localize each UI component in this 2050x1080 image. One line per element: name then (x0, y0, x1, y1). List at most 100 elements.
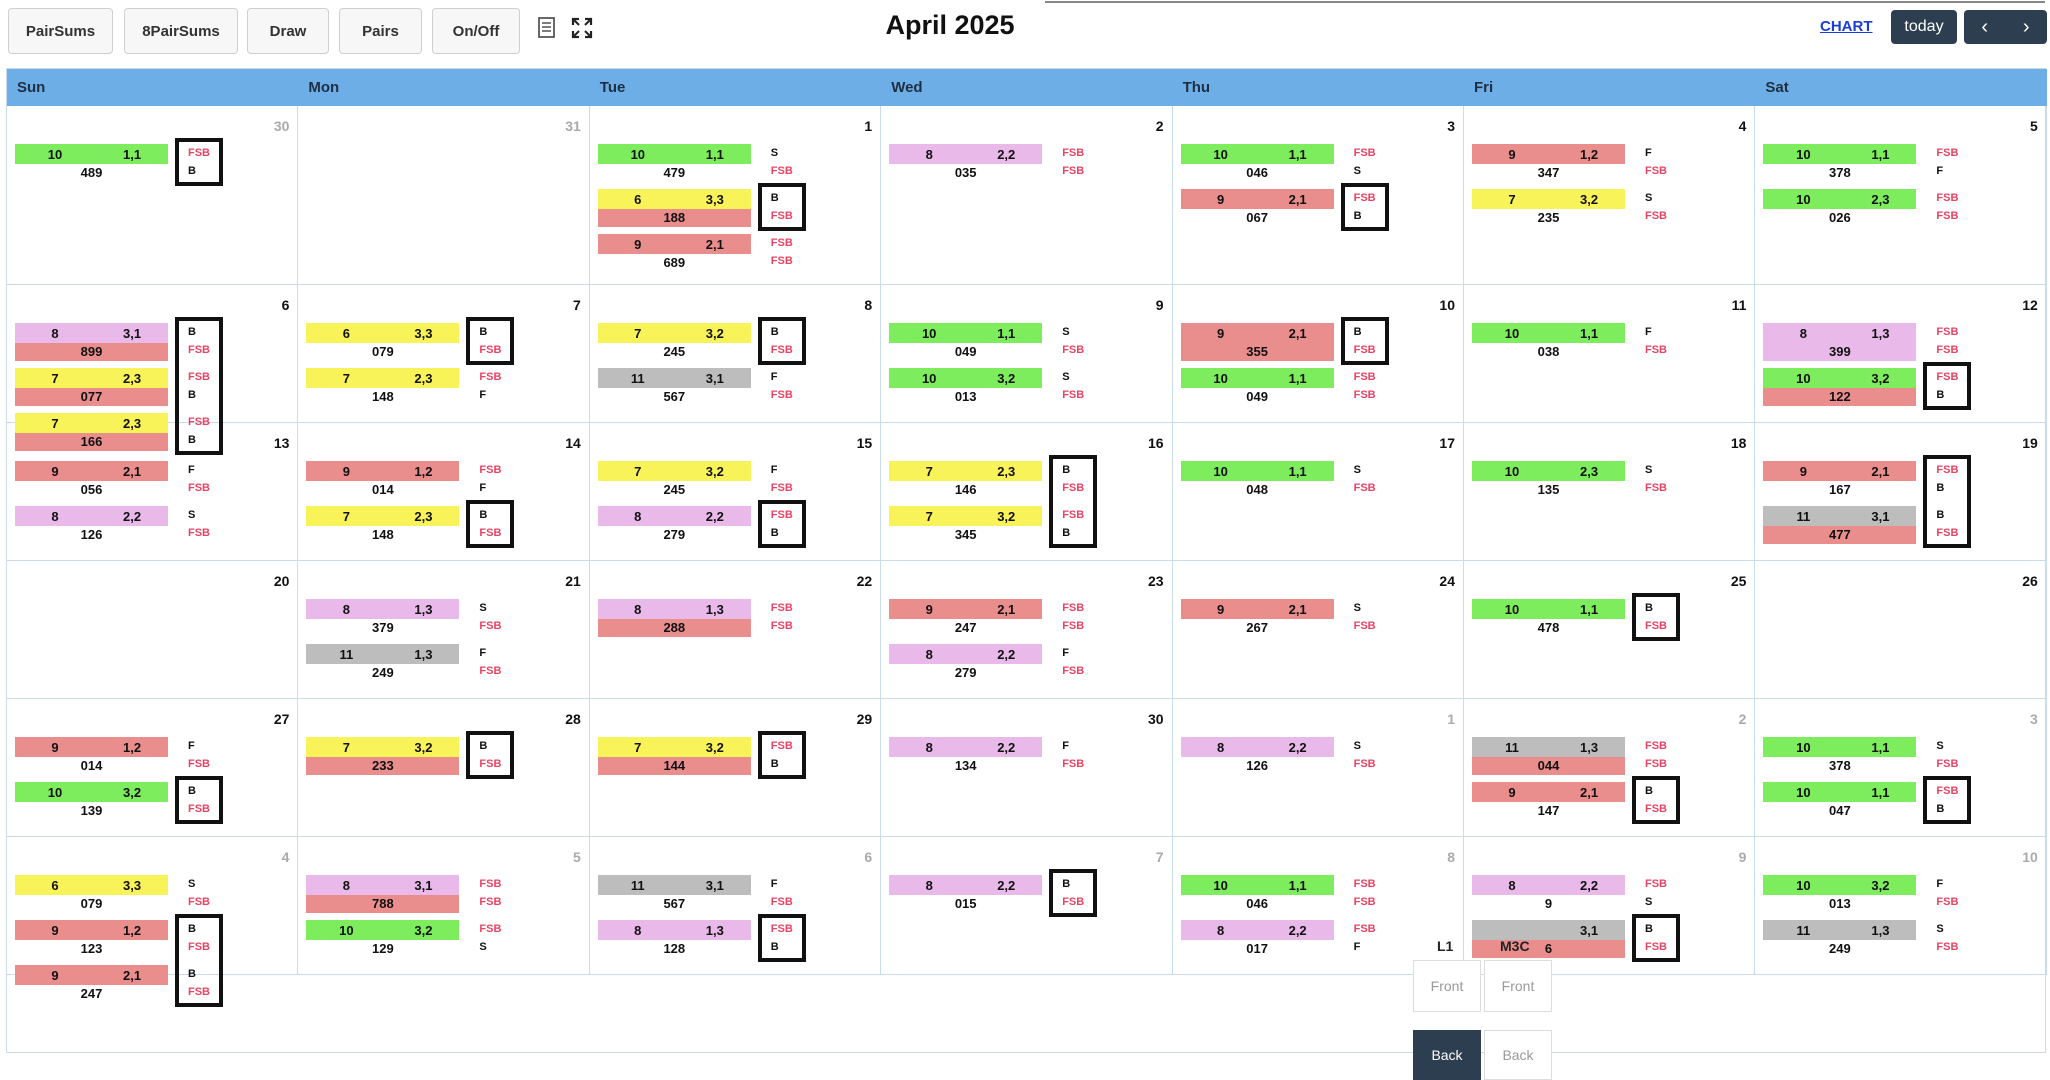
day-cell[interactable]: 16 7 2,3 146 B FSB 7 3,2 345 FSB B (881, 423, 1173, 561)
day-cell[interactable]: 5 10 1,1 378 FSB F 10 2,3 026 FSB FSB (1755, 106, 2047, 285)
pair-bar[interactable]: 7 2,3 (306, 368, 460, 388)
prev-month-button[interactable]: ‹ (1964, 10, 2006, 44)
day-cell[interactable]: 21 8 1,3 379 S FSB 11 1,3 249 F FSB (298, 561, 590, 699)
pair-bar[interactable]: 10 3,2 (1763, 368, 1917, 388)
day-cell[interactable]: 8 7 3,2 245 B FSB 11 3,1 567 F FSB (589, 285, 882, 423)
day-cell[interactable]: 9 10 1,1 049 S FSB 10 3,2 013 S FSB (881, 285, 1173, 423)
day-cell[interactable]: 22 8 1,3 288 FSB FSB (589, 561, 882, 699)
pair-bar[interactable]: 8 2,2 (597, 506, 751, 526)
pair-bar[interactable]: 8 2,2 (15, 506, 168, 526)
pair-bar[interactable]: 8 1,3 (306, 599, 460, 619)
day-cell[interactable]: 24 9 2,1 267 S FSB (1172, 561, 1464, 699)
pair-bar[interactable]: 11 1,3 (306, 644, 460, 664)
pair-bar[interactable]: 10 1,1 (1763, 144, 1917, 164)
pair-bar[interactable]: 8 2,2 (1180, 737, 1334, 757)
day-cell[interactable]: 2 8 2,2 035 FSB FSB (881, 106, 1173, 285)
pair-bar[interactable]: 9 2,1 (1180, 323, 1334, 343)
day-cell[interactable]: 8 10 1,1 046 FSB FSB 8 2,2 017 FSB F (1172, 837, 1464, 975)
pair-bar[interactable]: 8 1,3 (1763, 323, 1917, 343)
pair-bar[interactable]: 8 2,2 (889, 737, 1043, 757)
pair-bar[interactable]: 9 2,1 (15, 965, 168, 985)
day-cell[interactable]: 25 10 1,1 478 B FSB (1464, 561, 1756, 699)
back-button-2[interactable]: Back (1484, 1030, 1552, 1080)
pair-bar[interactable]: 8 2,2 (889, 144, 1043, 164)
pair-bar[interactable]: 8 2,2 (1180, 920, 1334, 940)
day-cell[interactable]: 1 10 1,1 479 S FSB 6 3,3 188 B FSB 9 2,1 689 FSB FSB (589, 106, 882, 285)
day-cell[interactable]: 6 11 3,1 567 F FSB 8 1,3 128 FSB B (589, 837, 882, 975)
pair-bar[interactable]: 11 3,1 (597, 368, 751, 388)
pair-bar[interactable]: 10 1,1 (1180, 368, 1334, 388)
pair-bar[interactable]: 7 3,2 (597, 323, 751, 343)
pair-bar[interactable]: 8 2,2 (1472, 875, 1625, 895)
pair-bar[interactable]: 10 1,1 (1472, 599, 1625, 619)
day-cell[interactable]: 3 10 1,1 378 S FSB 10 1,1 047 FSB B (1755, 699, 2047, 837)
pair-bar[interactable]: 9 2,1 (1763, 461, 1917, 481)
pair-bar[interactable]: 6 3,3 (306, 323, 460, 343)
day-cell[interactable]: 17 10 1,1 048 S FSB (1172, 423, 1464, 561)
notes-icon[interactable] (535, 16, 559, 40)
pair-bar[interactable]: 10 1,1 (1180, 144, 1334, 164)
day-cell[interactable]: 10 10 3,2 013 F FSB 11 1,3 249 S FSB (1755, 837, 2047, 975)
pair-bar[interactable]: 11 3,1 (1763, 506, 1917, 526)
pair-bar[interactable]: 10 1,1 (15, 144, 168, 164)
day-cell[interactable]: 6 8 3,1 899 B FSB 7 2,3 077 FSB B 7 2,3 166 FSB B (7, 285, 299, 455)
day-cell[interactable]: 30 8 2,2 134 F FSB (881, 699, 1173, 837)
day-cell[interactable]: 13 9 2,1 056 F FSB 8 2,2 126 S FSB (7, 423, 299, 561)
pair-bar[interactable]: 7 2,3 (306, 506, 460, 526)
day-cell[interactable]: 19 9 2,1 167 FSB B 11 3,1 477 B FSB (1755, 423, 2047, 561)
pair-bar[interactable]: 7 3,2 (597, 737, 751, 757)
pair-bar[interactable]: 10 2,3 (1472, 461, 1625, 481)
day-cell[interactable]: 1 8 2,2 126 S FSB (1172, 699, 1464, 837)
pair-bar[interactable]: 10 3,2 (306, 920, 460, 940)
pair-bar[interactable]: 7 3,2 (889, 506, 1043, 526)
pairs-button[interactable]: Pairs (339, 8, 422, 54)
pair-bar[interactable]: 9 2,1 (15, 461, 168, 481)
onoff-button[interactable]: On/Off (432, 8, 520, 54)
pair-bar[interactable]: 10 1,1 (889, 323, 1043, 343)
day-cell[interactable]: 11 10 1,1 038 F FSB (1464, 285, 1756, 423)
pair-bar[interactable]: 8 2,2 (889, 644, 1043, 664)
pair-bar[interactable]: 6 3,3 (15, 875, 168, 895)
day-cell[interactable]: 27 9 1,2 014 F FSB 10 3,2 139 B FSB (7, 699, 299, 837)
day-cell[interactable]: 10 9 2,1 355 B FSB 10 1,1 049 FSB FSB (1172, 285, 1464, 423)
pair-bar[interactable]: 10 1,1 (597, 144, 751, 164)
pair-bar[interactable]: 10 1,1 (1472, 323, 1625, 343)
day-cell[interactable]: 20 (7, 561, 299, 699)
pair-bar[interactable]: 6 3,3 (597, 189, 751, 209)
pair-bar[interactable]: 8 1,3 (597, 599, 751, 619)
pair-bar[interactable]: 10 3,2 (889, 368, 1043, 388)
pair-bar[interactable]: 9 2,1 (889, 599, 1043, 619)
pair-bar[interactable]: 7 2,3 (889, 461, 1043, 481)
draw-button[interactable]: Draw (247, 8, 329, 54)
pair-bar[interactable]: 9 1,2 (15, 920, 168, 940)
pair-bar[interactable]: 10 1,1 (1763, 737, 1917, 757)
pair-bar[interactable]: 7 3,2 (1472, 189, 1625, 209)
day-cell[interactable]: 2 11 1,3 044 FSB FSB 9 2,1 147 B FSB (1464, 699, 1756, 837)
pair-bar[interactable]: 11 1,3 (1763, 920, 1917, 940)
back-button-1[interactable]: Back (1413, 1030, 1481, 1080)
pair-bar[interactable]: 10 3,2 (15, 782, 168, 802)
pair-bar[interactable]: 7 2,3 (15, 368, 168, 388)
day-cell[interactable]: 31 (298, 106, 590, 285)
pair-bar[interactable]: 10 1,1 (1180, 875, 1334, 895)
pair-bar[interactable]: 3,1 (1472, 920, 1625, 940)
today-button[interactable]: today (1891, 10, 1957, 44)
day-cell[interactable]: 15 7 3,2 245 F FSB 8 2,2 279 FSB B (589, 423, 882, 561)
pair-bar[interactable]: 8 1,3 (597, 920, 751, 940)
day-cell[interactable]: 18 10 2,3 135 S FSB (1464, 423, 1756, 561)
pair-bar[interactable]: 11 1,3 (1472, 737, 1625, 757)
day-cell[interactable]: 3 10 1,1 046 FSB S 9 2,1 067 FSB B (1172, 106, 1464, 285)
pair-bar[interactable]: 10 1,1 (1180, 461, 1334, 481)
next-month-button[interactable]: › (2006, 10, 2048, 44)
front-button-1[interactable]: Front (1413, 960, 1481, 1012)
pair-bar[interactable]: 9 1,2 (1472, 144, 1625, 164)
pair-bar[interactable]: 7 3,2 (597, 461, 751, 481)
pairsums-button[interactable]: PairSums (8, 8, 113, 54)
pair-bar[interactable]: 9 2,1 (1180, 599, 1334, 619)
front-button-2[interactable]: Front (1484, 960, 1552, 1012)
day-cell[interactable]: 26 (1755, 561, 2047, 699)
pair-bar[interactable]: 9 2,1 (1472, 782, 1625, 802)
day-cell[interactable]: 28 7 3,2 233 B FSB (298, 699, 590, 837)
day-cell[interactable]: 14 9 1,2 014 FSB F 7 2,3 148 B FSB (298, 423, 590, 561)
pair-bar[interactable]: 9 2,1 (597, 234, 751, 254)
